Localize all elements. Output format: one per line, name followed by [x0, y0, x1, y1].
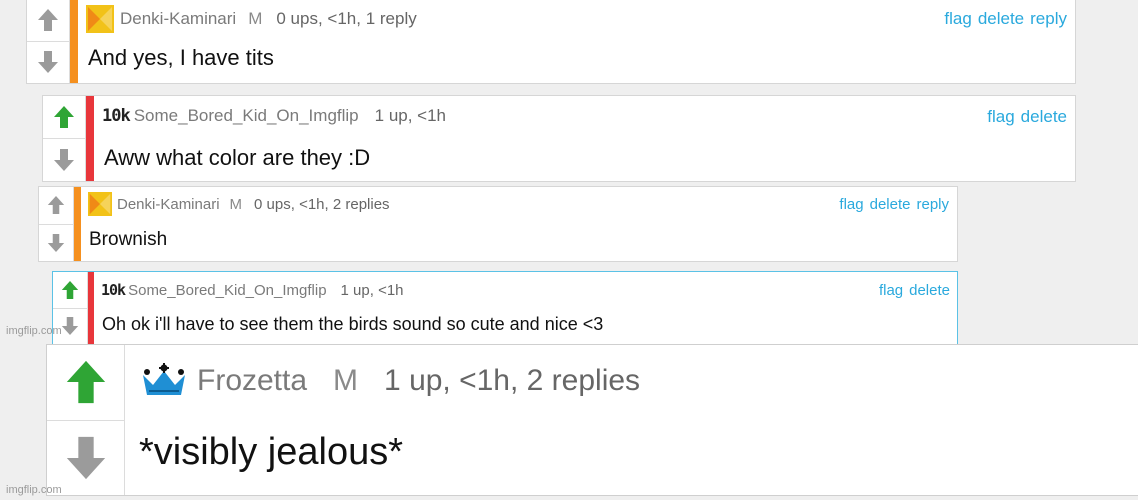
comment-text: *visibly jealous* [139, 431, 404, 473]
arrow-up-icon [66, 361, 105, 404]
comment-actions: flag delete [873, 282, 950, 299]
delete-link[interactable]: delete [909, 282, 950, 299]
comment-stripe [86, 96, 94, 181]
username-link[interactable]: Some_Bored_Kid_On_Imgflip [128, 282, 326, 299]
avatar[interactable] [86, 5, 114, 33]
downvote-button[interactable] [39, 223, 73, 262]
arrow-up-icon [47, 196, 65, 215]
comment: 10k Some_Bored_Kid_On_Imgflip 1 up, <1h … [42, 95, 1076, 182]
vote-column [47, 345, 125, 495]
comment-body: Denki-Kaminari M 0 ups, <1h, 1 reply fla… [78, 0, 1075, 83]
avatar[interactable] [88, 192, 112, 216]
imgflip-watermark: imgflip.com [6, 484, 62, 496]
comment: 10k Some_Bored_Kid_On_Imgflip 1 up, <1h … [52, 271, 958, 345]
user-rank-badge: 10k [101, 281, 126, 299]
comment-text: Oh ok i'll have to see them the birds so… [102, 314, 604, 334]
username-link[interactable]: Frozetta [197, 364, 307, 398]
user-rank-badge: 10k [102, 106, 131, 126]
comment-actions: flag delete [981, 107, 1067, 127]
arrow-down-icon [66, 436, 105, 479]
username-link[interactable]: Denki-Kaminari [117, 196, 220, 213]
gender-badge: M [248, 9, 263, 28]
comment-body: Denki-Kaminari M 0 ups, <1h, 2 replies f… [81, 187, 957, 261]
upvote-button[interactable] [47, 345, 124, 420]
reply-link[interactable]: reply [916, 196, 949, 213]
gender-badge: M [229, 195, 243, 213]
arrow-up-icon [61, 280, 79, 299]
comment-body: Frozetta M 1 up, <1h, 2 replies *visibly… [125, 345, 1138, 495]
comment-text: And yes, I have tits [88, 45, 274, 70]
delete-link[interactable]: delete [1021, 107, 1067, 126]
comment-actions: flag delete reply [833, 196, 949, 213]
arrow-down-icon [61, 317, 79, 336]
username-link[interactable]: Denki-Kaminari [120, 9, 236, 29]
crown-icon [143, 363, 185, 395]
arrow-down-icon [47, 233, 65, 252]
comment: Frozetta M 1 up, <1h, 2 replies *visibly… [46, 344, 1138, 496]
comment-body: 10k Some_Bored_Kid_On_Imgflip 1 up, <1h … [94, 96, 1075, 181]
arrow-down-icon [38, 51, 58, 74]
comment-stripe [70, 0, 78, 83]
delete-link[interactable]: delete [978, 9, 1024, 28]
comment-meta: 1 up, <1h [374, 106, 447, 125]
arrow-down-icon [54, 149, 74, 171]
upvote-button[interactable] [43, 96, 85, 138]
reply-link[interactable]: reply [1030, 9, 1067, 28]
username-link[interactable]: Some_Bored_Kid_On_Imgflip [134, 106, 359, 126]
comment-meta: 0 ups, <1h, 2 replies [254, 195, 390, 213]
arrow-up-icon [54, 106, 74, 128]
vote-column [39, 187, 74, 261]
upvote-button[interactable] [53, 272, 87, 308]
comment-text: Brownish [89, 229, 168, 250]
comment-stripe [74, 187, 81, 261]
comment-meta: 1 up, <1h, 2 replies [384, 364, 641, 397]
upvote-button[interactable] [39, 187, 73, 224]
delete-link[interactable]: delete [870, 196, 911, 213]
comment-text: Aww what color are they :D [104, 145, 371, 170]
comment: Denki-Kaminari M 0 ups, <1h, 1 reply fla… [26, 0, 1076, 84]
flag-link[interactable]: flag [987, 107, 1014, 126]
downvote-button[interactable] [27, 40, 69, 84]
upvote-button[interactable] [27, 0, 69, 41]
comment: Denki-Kaminari M 0 ups, <1h, 2 replies f… [38, 186, 958, 262]
vote-column [27, 0, 70, 83]
vote-column [43, 96, 86, 181]
arrow-up-icon [38, 8, 58, 31]
flag-link[interactable]: flag [839, 196, 863, 213]
comment-meta: 0 ups, <1h, 1 reply [276, 9, 417, 28]
comment-actions: flag delete reply [938, 9, 1067, 29]
gender-badge: M [333, 364, 359, 397]
downvote-button[interactable] [43, 138, 85, 181]
comment-meta: 1 up, <1h [340, 281, 404, 299]
flag-link[interactable]: flag [944, 9, 971, 28]
flag-link[interactable]: flag [879, 282, 903, 299]
comment-body: 10k Some_Bored_Kid_On_Imgflip 1 up, <1h … [94, 272, 957, 344]
imgflip-watermark: imgflip.com [6, 325, 62, 337]
